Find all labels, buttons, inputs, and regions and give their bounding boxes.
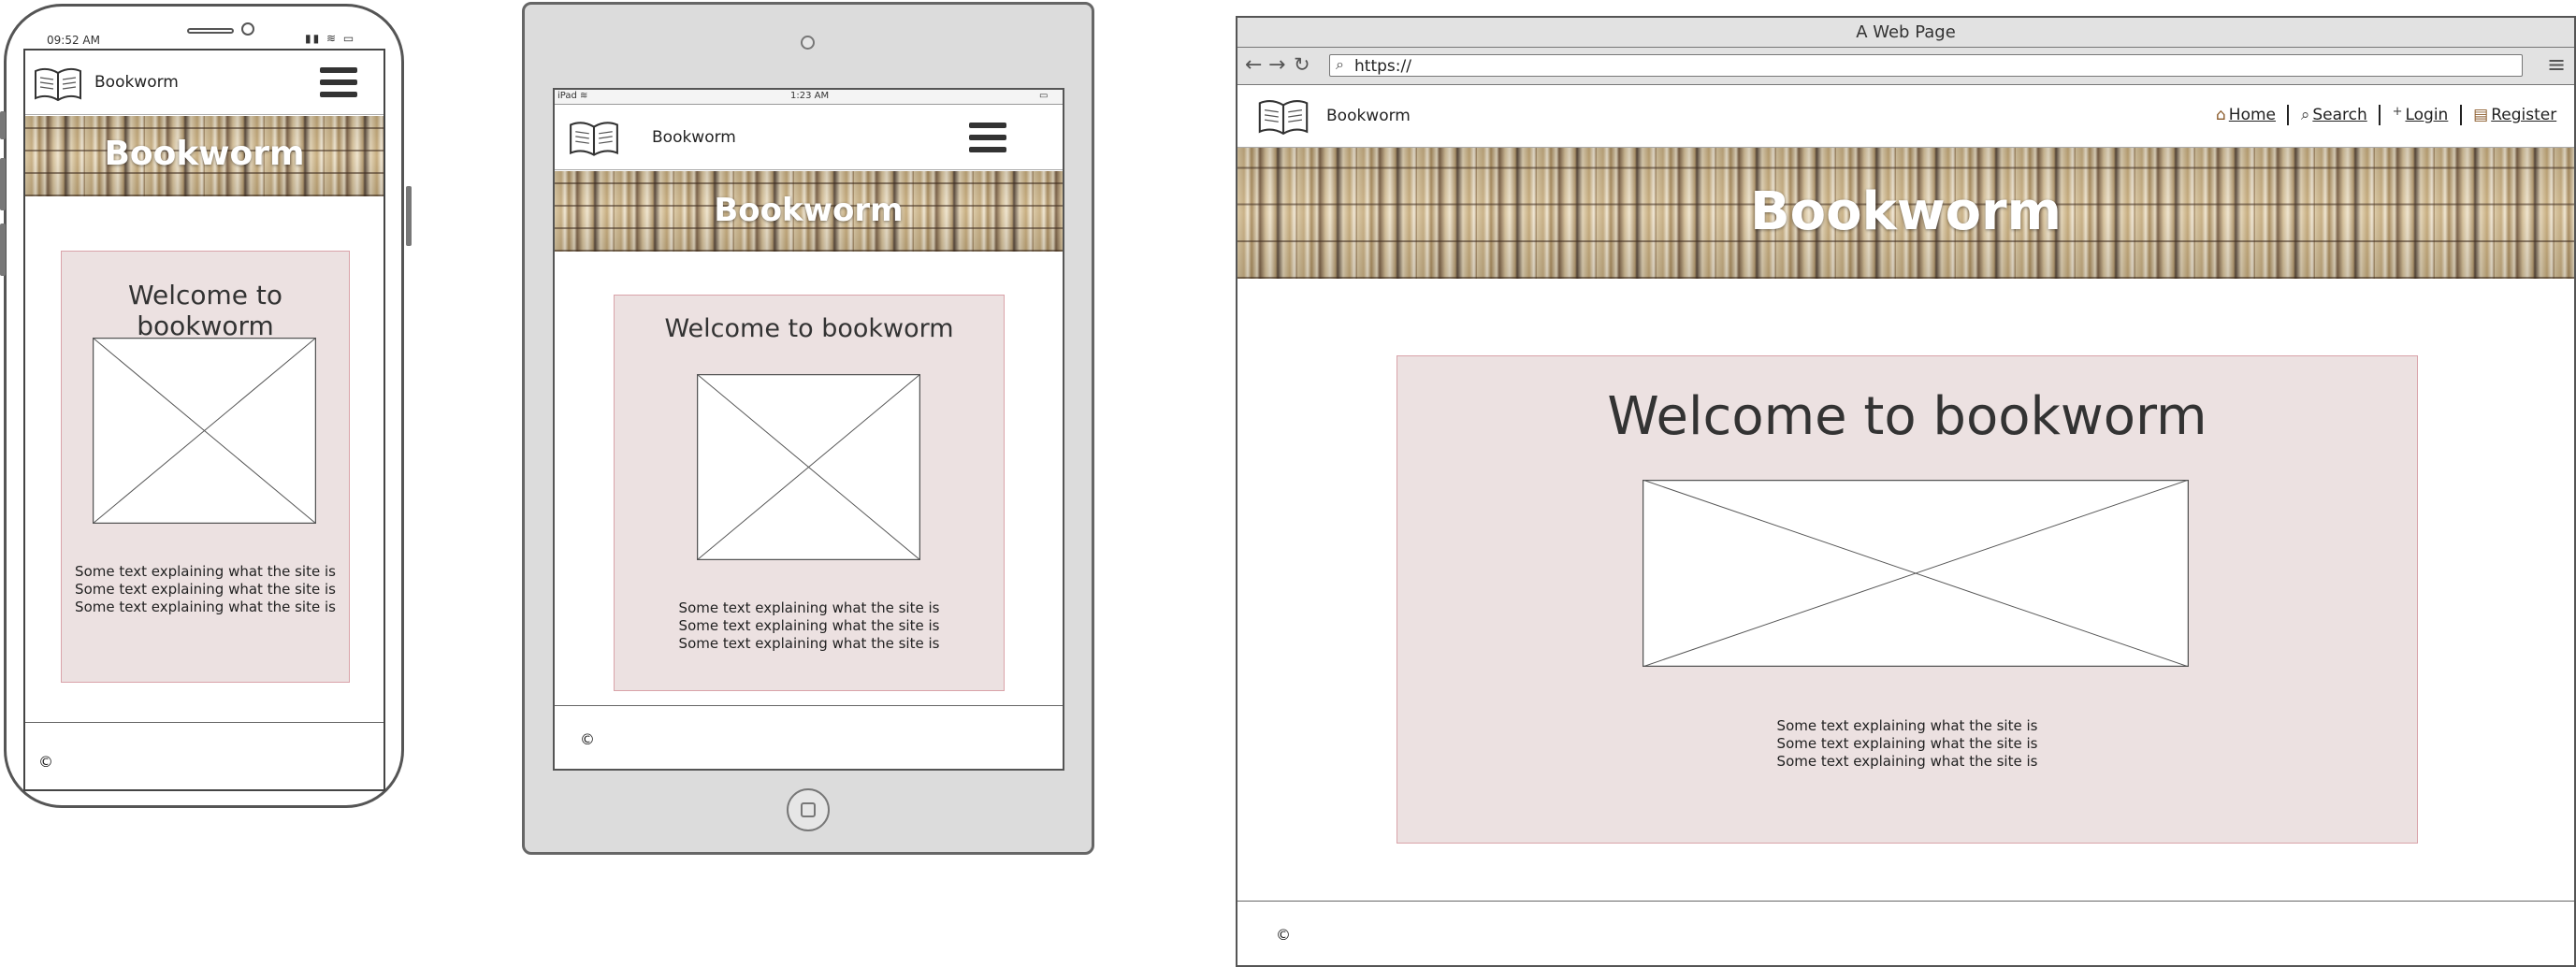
- phone-screen: Bookworm Bookworm Welcome to bookworm So…: [23, 49, 385, 791]
- forward-arrow-icon[interactable]: →: [1268, 53, 1285, 77]
- welcome-card: Welcome to bookworm Some text explaining…: [1397, 355, 2418, 844]
- description-line: Some text explaining what the site is: [1776, 753, 2038, 770]
- window-title: A Web Page: [1237, 18, 2574, 48]
- phone-speaker: [187, 28, 234, 34]
- description-line: Some text explaining what the site is: [1776, 735, 2038, 752]
- welcome-heading: Welcome to bookworm: [664, 314, 954, 343]
- home-square-icon: [801, 802, 816, 817]
- welcome-card: Welcome to bookworm Some text explaining…: [61, 251, 350, 683]
- hero-banner: Bookworm: [1237, 148, 2574, 279]
- site-footer: ©: [555, 705, 1063, 769]
- url-text: https://: [1354, 57, 1411, 76]
- main-nav: ⌂ Home ⌕ Search + Login ▤ Register: [2216, 105, 2556, 125]
- nav-link-home[interactable]: Home: [2229, 106, 2276, 124]
- phone-status-time: 09:52 AM: [47, 34, 100, 47]
- nav-separator: [2287, 105, 2290, 125]
- browser-toolbar: ← → ↻ ⌕ https:// ≡: [1237, 48, 2574, 85]
- back-arrow-icon[interactable]: ←: [1245, 53, 1262, 77]
- hero-banner: Bookworm: [555, 171, 1063, 252]
- tablet-site-header: Bookworm: [555, 106, 1063, 170]
- open-book-icon[interactable]: [568, 119, 620, 158]
- description-line: Some text explaining what the site is: [75, 563, 336, 580]
- copyright-text: ©: [580, 730, 595, 748]
- site-footer: ©: [25, 722, 384, 789]
- tablet-status-bar: iPad ≋ 1:23 AM ▭: [555, 90, 1063, 105]
- reload-icon[interactable]: ↻: [1294, 53, 1310, 76]
- plus-icon: +: [2392, 105, 2403, 119]
- image-placeholder-icon: [93, 338, 316, 524]
- nav-link-search[interactable]: Search: [2312, 106, 2366, 124]
- brand-name[interactable]: Bookworm: [1326, 107, 1411, 125]
- description-line: Some text explaining what the site is: [678, 635, 940, 652]
- browser-menu-icon[interactable]: ≡: [2547, 51, 2566, 78]
- description-text: Some text explaining what the site is So…: [1397, 717, 2417, 771]
- hero-title: Bookworm: [104, 135, 305, 173]
- description-text: Some text explaining what the site is So…: [615, 599, 1004, 653]
- search-icon: ⌕: [1336, 55, 1344, 73]
- tablet-status-device: iPad ≋: [557, 91, 588, 101]
- nav-separator: [2379, 105, 2381, 125]
- site-footer: ©: [1237, 901, 2574, 965]
- nav-link-login[interactable]: Login: [2405, 106, 2448, 124]
- phone-camera: [241, 22, 254, 36]
- phone-status-icons: ▮▮ ≋ ▭: [305, 32, 356, 45]
- welcome-card: Welcome to bookworm Some text explaining…: [614, 295, 1005, 691]
- hero-title: Bookworm: [1749, 181, 2062, 242]
- brand-name[interactable]: Bookworm: [652, 128, 736, 147]
- phone-site-header: Bookworm: [25, 51, 384, 115]
- image-placeholder-icon: [1643, 480, 2189, 667]
- tablet-screen: iPad ≋ 1:23 AM ▭ Bookworm Bookworm Welco…: [553, 88, 1064, 771]
- hamburger-menu-icon[interactable]: [969, 123, 1006, 152]
- description-text: Some text explaining what the site is So…: [62, 563, 349, 616]
- address-bar[interactable]: ⌕ https://: [1329, 54, 2523, 77]
- books-icon: ▤: [2473, 106, 2489, 124]
- description-line: Some text explaining what the site is: [678, 617, 940, 634]
- description-line: Some text explaining what the site is: [75, 581, 336, 598]
- browser-window: A Web Page ← → ↻ ⌕ https:// ≡ Bookworm ⌂…: [1236, 16, 2576, 967]
- battery-icon: ▭: [1039, 91, 1049, 101]
- hero-title: Bookworm: [714, 192, 904, 229]
- brand-name[interactable]: Bookworm: [94, 73, 179, 92]
- copyright-text: ©: [38, 753, 53, 771]
- desktop-site-header: Bookworm ⌂ Home ⌕ Search + Login ▤ Register: [1237, 86, 2574, 148]
- description-line: Some text explaining what the site is: [678, 599, 940, 616]
- home-icon: ⌂: [2216, 106, 2226, 124]
- hero-banner: Bookworm: [25, 116, 384, 196]
- nav-link-register[interactable]: Register: [2491, 106, 2556, 124]
- description-line: Some text explaining what the site is: [75, 599, 336, 615]
- welcome-heading: Welcome to bookworm: [127, 280, 283, 341]
- tablet-status-time: 1:23 AM: [790, 91, 830, 101]
- tablet-camera: [801, 36, 815, 50]
- hamburger-menu-icon[interactable]: [320, 67, 357, 97]
- nav-separator: [2459, 105, 2462, 125]
- open-book-icon[interactable]: [1256, 97, 1310, 137]
- description-line: Some text explaining what the site is: [1776, 717, 2038, 734]
- copyright-text: ©: [1276, 926, 1291, 944]
- open-book-icon[interactable]: [33, 65, 83, 103]
- image-placeholder-icon: [697, 374, 920, 560]
- welcome-heading: Welcome to bookworm: [1607, 386, 2207, 447]
- search-icon: ⌕: [2300, 106, 2310, 124]
